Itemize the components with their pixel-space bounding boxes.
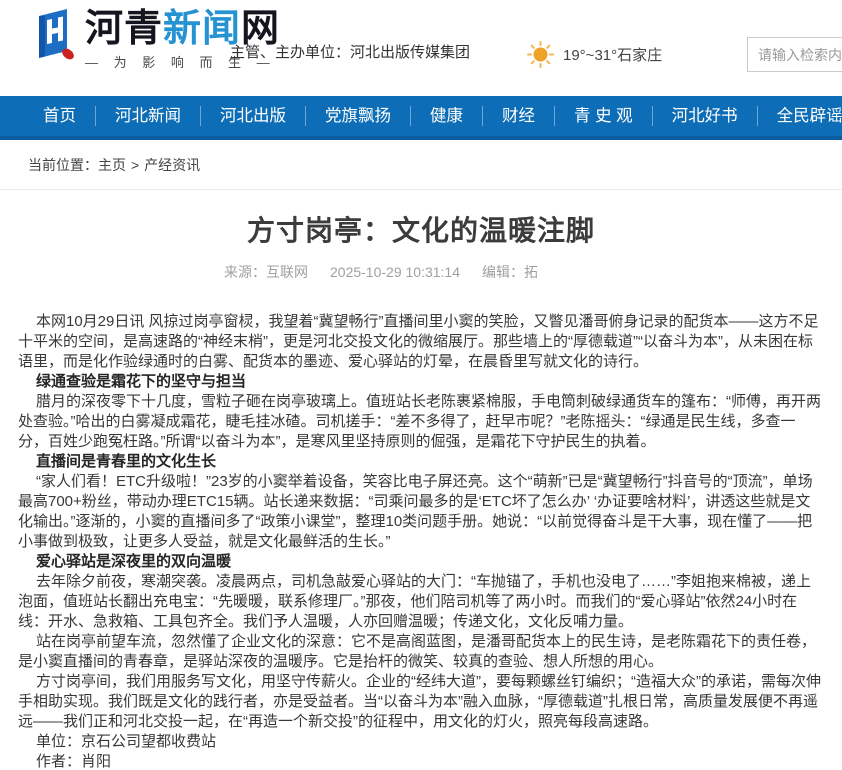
nav-item-hebei-news[interactable]: 河北新闻 (95, 106, 200, 126)
nav-item-rumor-refute[interactable]: 全民辟谣 (757, 106, 842, 126)
search-input[interactable] (747, 37, 842, 72)
breadcrumb: 当前位置：主页 > 产经资讯 (0, 140, 842, 190)
article-paragraph: 站在岗亭前望车流，忽然懂了企业文化的深意：它不是高阁蓝图，是潘哥配货本上的民生诗… (18, 632, 824, 672)
article-editor: 编辑：拓 (482, 264, 538, 280)
article-unit-line: 单位：京石公司望都收费站 (18, 732, 824, 752)
breadcrumb-section-link[interactable]: 产经资讯 (144, 157, 200, 173)
sun-icon (527, 41, 554, 68)
breadcrumb-label: 当前位置： (28, 157, 98, 173)
weather-widget: 19°~31°石家庄 (527, 41, 662, 68)
sponsor-text: 主管、主办单位：河北出版传媒集团 (230, 41, 470, 62)
article-meta: 来源：互联网 2025-10-29 10:31:14 编辑：拓 (0, 262, 802, 282)
weather-text: 19°~31°石家庄 (563, 44, 662, 65)
nav-item-good-books[interactable]: 河北好书 (652, 106, 757, 126)
article: 方寸岗亭：文化的温暖注脚 来源：互联网 2025-10-29 10:31:14 编辑… (0, 212, 842, 770)
breadcrumb-separator: > (131, 157, 139, 173)
nav-item-history[interactable]: 青 史 观 (554, 106, 652, 126)
article-datetime: 2025-10-29 10:31:14 (330, 264, 460, 280)
article-paragraph: 去年除夕前夜，寒潮突袭。凌晨两点，司机急敲爱心驿站的大门：“车抛锚了，手机也没电… (18, 572, 824, 632)
article-subheading: 爱心驿站是深夜里的双向温暖 (18, 552, 824, 572)
nav-item-party-flag[interactable]: 党旗飘扬 (305, 106, 410, 126)
article-body: 本网10月29日讯 风掠过岗亭窗棂，我望着“冀望畅行”直播间里小窦的笑脸，又瞥见… (18, 312, 824, 770)
site-header: 河青新闻网 — 为 影 响 而 生 — 主管、主办单位：河北出版传媒集团 19°… (0, 0, 842, 96)
article-source: 来源：互联网 (224, 264, 308, 280)
article-subheading: 直播间是青春里的文化生长 (18, 452, 824, 472)
main-nav: 首页 河北新闻 河北出版 党旗飘扬 健康 财经 青 史 观 河北好书 全民辟谣 (0, 96, 842, 140)
article-paragraph: 腊月的深夜零下十几度，雪粒子砸在岗亭玻璃上。值班站长老陈裹紧棉服，手电筒刺破绿通… (18, 392, 824, 452)
article-author-line: 作者：肖阳 (18, 752, 824, 770)
breadcrumb-home-link[interactable]: 主页 (98, 157, 126, 173)
article-paragraph: 本网10月29日讯 风掠过岗亭窗棂，我望着“冀望畅行”直播间里小窦的笑脸，又瞥见… (18, 312, 824, 372)
nav-list: 首页 河北新闻 河北出版 党旗飘扬 健康 财经 青 史 观 河北好书 全民辟谣 (24, 106, 842, 126)
article-subheading: 绿通查验是霜花下的坚守与担当 (18, 372, 824, 392)
logo-icon (33, 8, 79, 62)
article-paragraph: 方寸岗亭间，我们用服务写文化，用坚守传薪火。企业的“经纬大道”，要每颗螺丝钉编织… (18, 672, 824, 732)
article-paragraph: “家人们看！ETC升级啦！”23岁的小窦举着设备，笑容比电子屏还亮。这个“萌新”… (18, 472, 824, 552)
nav-item-home[interactable]: 首页 (24, 106, 95, 126)
article-title: 方寸岗亭：文化的温暖注脚 (0, 212, 842, 250)
logo-text-dark1: 河青 (85, 8, 163, 50)
nav-item-finance[interactable]: 财经 (482, 106, 554, 126)
nav-item-hebei-publishing[interactable]: 河北出版 (200, 106, 305, 126)
nav-item-health[interactable]: 健康 (410, 106, 482, 126)
